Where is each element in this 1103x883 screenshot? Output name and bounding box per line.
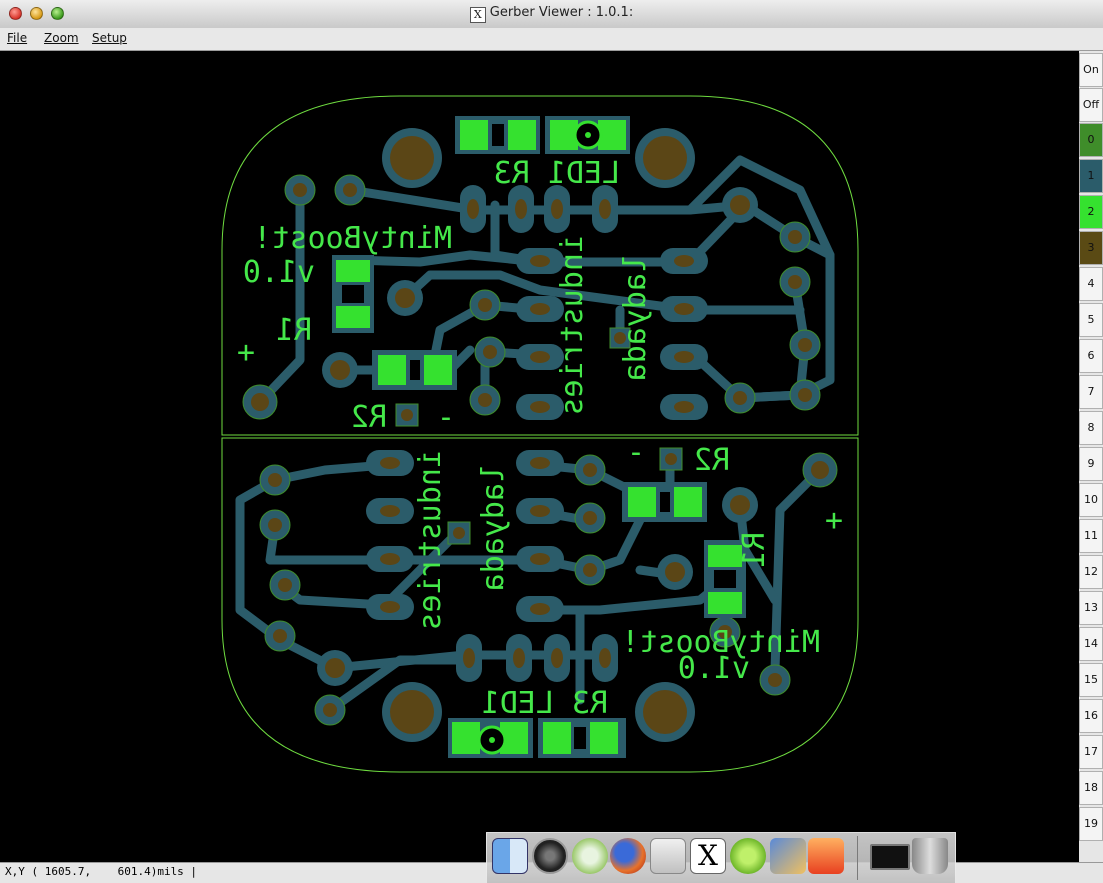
layer-button-17[interactable]: 17 — [1079, 735, 1103, 769]
vlc-icon[interactable] — [808, 838, 844, 874]
layer-button-4[interactable]: 4 — [1079, 267, 1103, 301]
x11-icon: X — [469, 7, 486, 23]
silk-led1-r3-top: LED1 R3 — [494, 156, 620, 191]
firefox-icon[interactable] — [610, 838, 646, 874]
iphoto-icon[interactable] — [770, 838, 806, 874]
layer-button-15[interactable]: 15 — [1079, 663, 1103, 697]
silk-minus-bottom: - — [627, 435, 645, 470]
coordinate-readout: X,Y ( 1605.7, 601.4)mils | — [5, 865, 198, 878]
layer-button-5[interactable]: 5 — [1079, 303, 1103, 337]
layer-button-13[interactable]: 13 — [1079, 591, 1103, 625]
terminal-icon[interactable] — [870, 844, 910, 870]
layer-button-0[interactable]: 0 — [1079, 123, 1103, 157]
gerber-canvas[interactable]: LED1 R3 MintyBoost! v1.0 R1 + R2 - ladya… — [0, 51, 1078, 862]
layer-button-18[interactable]: 18 — [1079, 771, 1103, 805]
silk-version-bottom: v1.0 — [678, 651, 750, 686]
menu-zoom[interactable]: Zoom — [44, 31, 79, 45]
layer-button-14[interactable]: 14 — [1079, 627, 1103, 661]
layer-button-11[interactable]: 11 — [1079, 519, 1103, 553]
dashboard-icon[interactable] — [532, 838, 568, 874]
itunes-icon[interactable] — [572, 838, 608, 874]
silk-r3-led1-bottom: R3 LED1 — [482, 686, 608, 721]
trash-icon[interactable] — [912, 838, 948, 874]
silk-r2-bottom: R2 — [694, 443, 730, 478]
dock-separator — [857, 836, 858, 880]
layers-off-button[interactable]: Off — [1079, 88, 1103, 122]
layer-button-7[interactable]: 7 — [1079, 375, 1103, 409]
layer-button-12[interactable]: 12 — [1079, 555, 1103, 589]
layer-button-3[interactable]: 3 — [1079, 231, 1103, 265]
menu-setup[interactable]: Setup — [92, 31, 127, 45]
layer-sidebar: On Off 0 1 2 3 4 5 6 7 8 9 10 11 12 13 14 15 16 17 18 19 — [1079, 51, 1103, 862]
menu-bar: File Zoom Setup — [0, 28, 1103, 51]
silk-mintyboost-top: MintyBoost! — [253, 221, 452, 256]
layer-button-16[interactable]: 16 — [1079, 699, 1103, 733]
silk-version-top: v1.0 — [243, 255, 315, 290]
layers-on-button[interactable]: On — [1079, 53, 1103, 87]
dock: X — [486, 832, 956, 883]
silk-industries-bottom: industries — [413, 450, 448, 631]
window-title-text: Gerber Viewer : 1.0.1: — [489, 5, 634, 20]
layer-button-19[interactable]: 19 — [1079, 807, 1103, 841]
dreamweaver-icon[interactable] — [730, 838, 766, 874]
silk-plus-bottom: + — [825, 503, 843, 538]
menu-file[interactable]: File — [7, 31, 27, 45]
silk-minus-top: - — [437, 400, 455, 435]
x11-icon[interactable]: X — [690, 838, 726, 874]
silk-r2-top: R2 — [351, 400, 387, 435]
silk-ladyada-top: ladyada — [618, 255, 653, 381]
layer-button-2[interactable]: 2 — [1079, 195, 1103, 229]
layer-button-1[interactable]: 1 — [1079, 159, 1103, 193]
silk-industries-top: industries — [555, 235, 590, 416]
silk-plus-top: + — [237, 335, 255, 370]
silk-ladyada-bottom: ladyada — [476, 465, 511, 591]
mail-icon[interactable] — [650, 838, 686, 874]
silk-r1-top: R1 — [276, 313, 312, 348]
window-title: X Gerber Viewer : 1.0.1: — [0, 5, 1103, 23]
pcb-drawing: LED1 R3 MintyBoost! v1.0 R1 + R2 - ladya… — [221, 95, 859, 773]
layer-button-9[interactable]: 9 — [1079, 447, 1103, 481]
finder-icon[interactable] — [492, 838, 528, 874]
layer-button-6[interactable]: 6 — [1079, 339, 1103, 373]
window-titlebar[interactable]: X Gerber Viewer : 1.0.1: — [0, 0, 1103, 29]
silk-r1-bottom: R1 — [737, 532, 772, 568]
layer-button-8[interactable]: 8 — [1079, 411, 1103, 445]
layer-button-10[interactable]: 10 — [1079, 483, 1103, 517]
